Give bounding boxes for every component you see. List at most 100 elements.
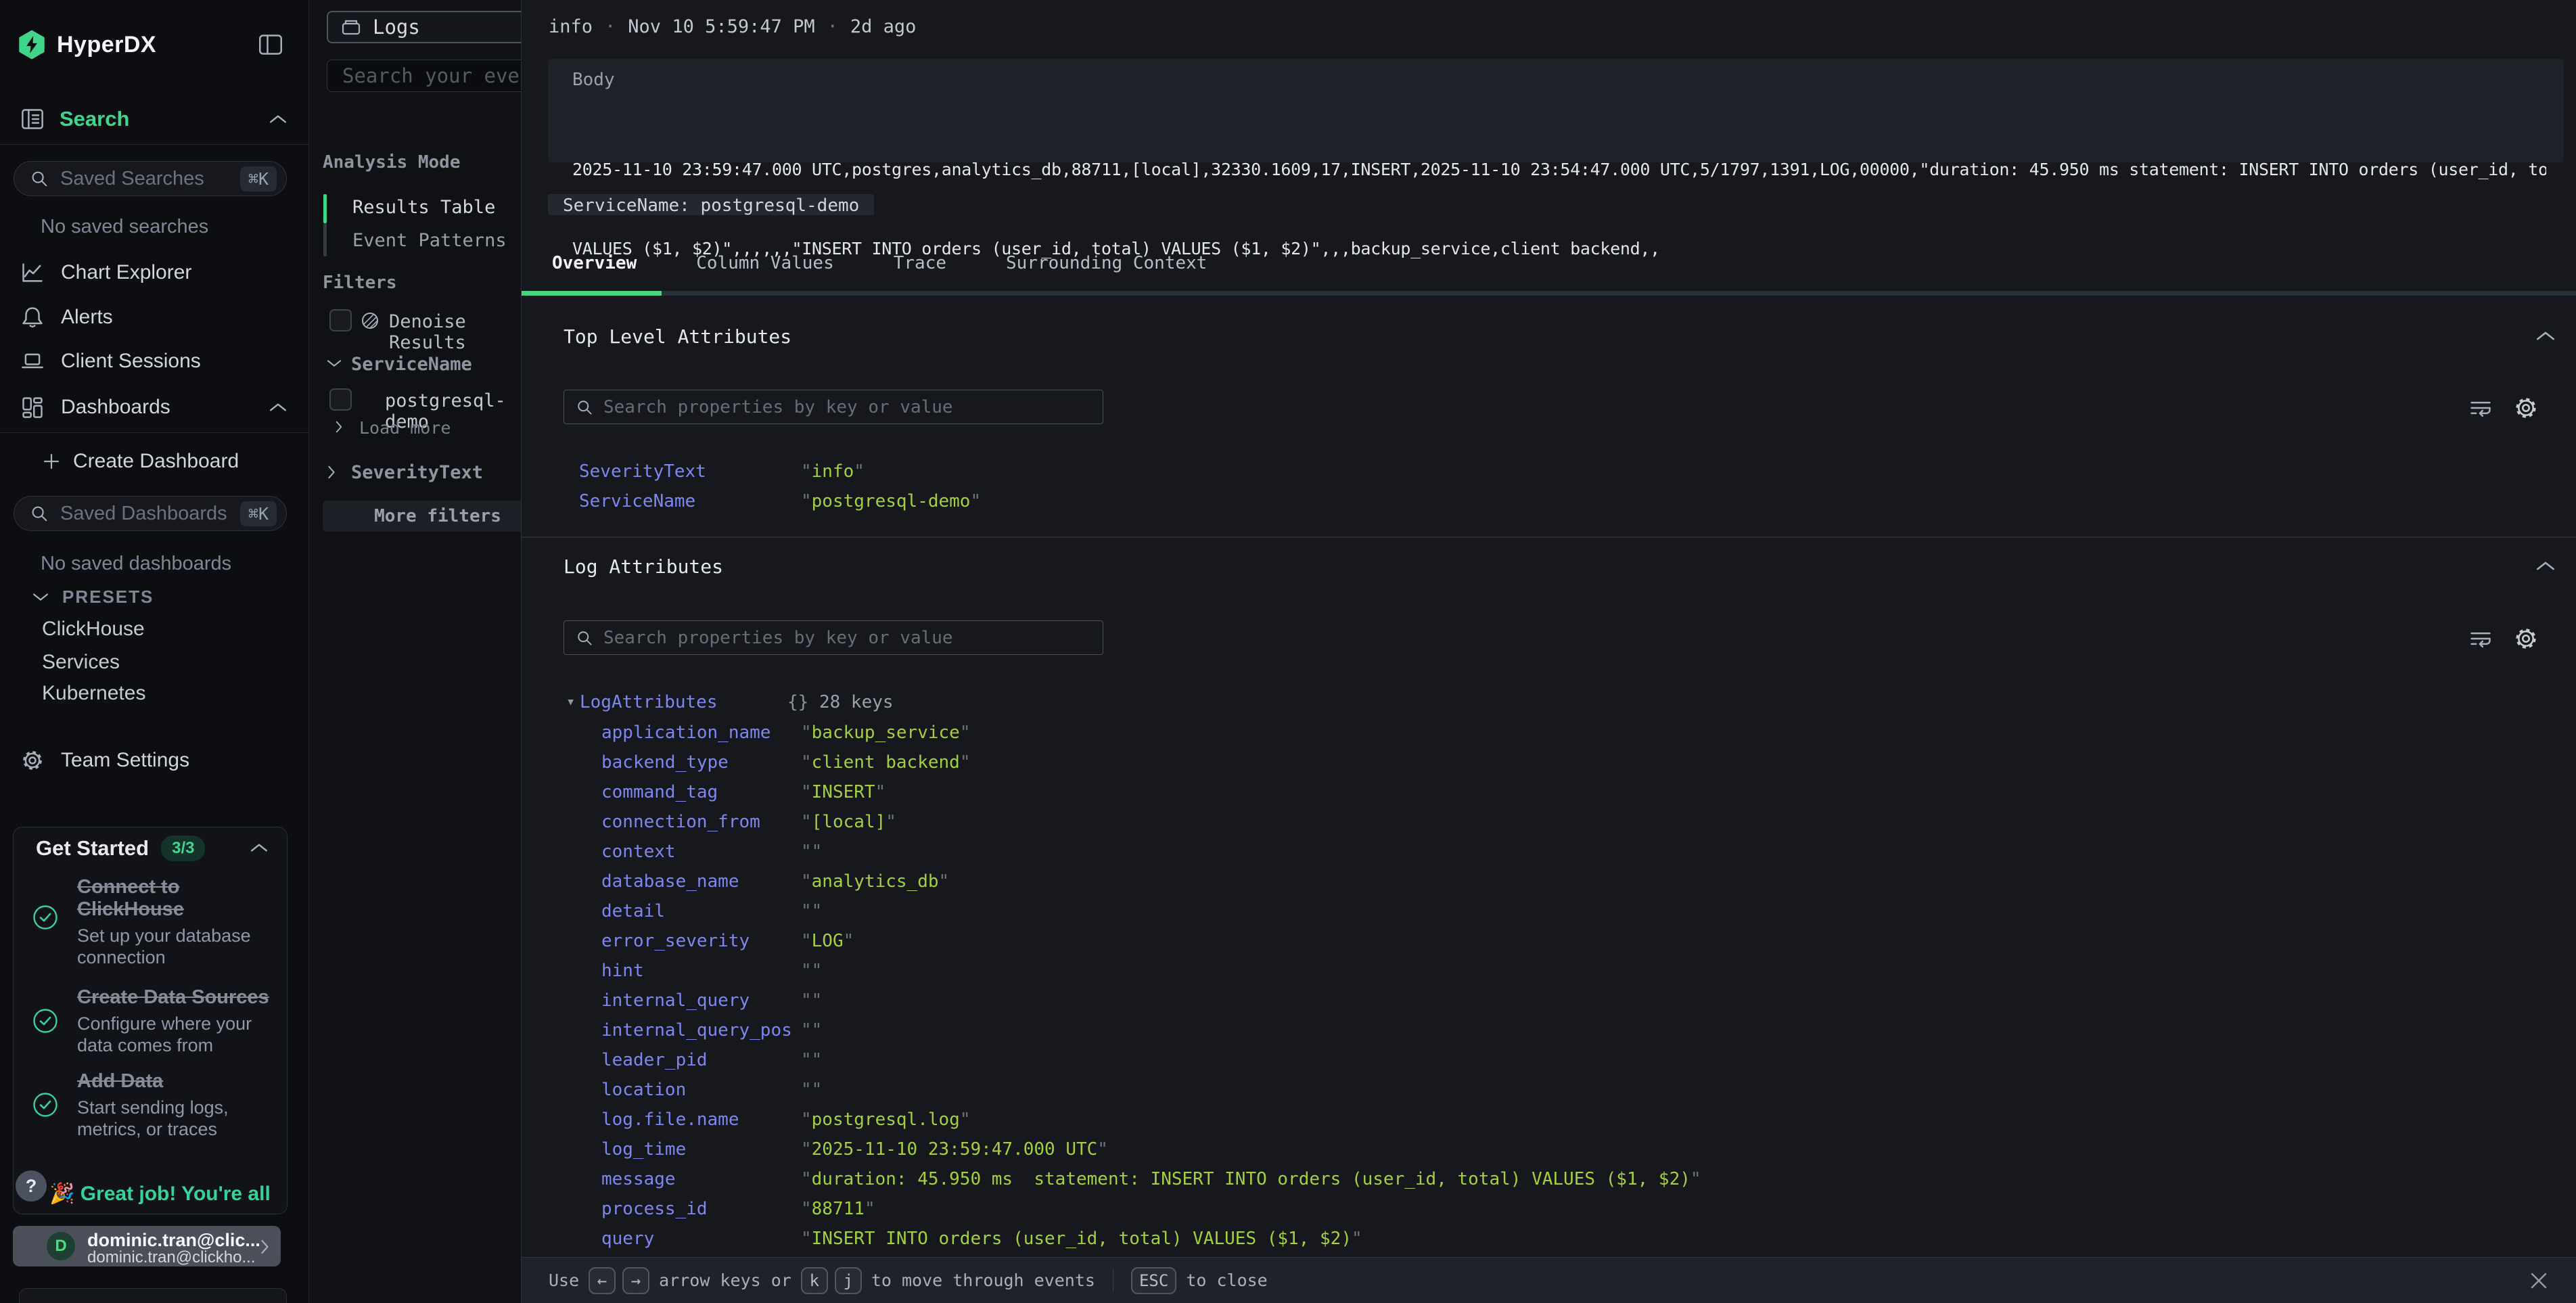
attribute-value[interactable]: "88711"	[801, 1194, 875, 1224]
attribute-row[interactable]: connection_from"[local]"	[564, 807, 1701, 837]
postgresql-demo-checkbox[interactable]	[329, 388, 352, 411]
attribute-key[interactable]: detail	[601, 896, 801, 926]
attribute-value[interactable]: "INSERT INTO orders (user_id, total) VAL…	[801, 1224, 1362, 1254]
get-started-item[interactable]: Connect to ClickHouse Set up your databa…	[77, 876, 280, 968]
attribute-row[interactable]: process_id"88711"	[564, 1194, 1701, 1224]
gear-icon[interactable]	[2513, 395, 2539, 421]
sidebar-item-client-sessions[interactable]: Client Sessions	[20, 346, 201, 376]
close-icon[interactable]	[2529, 1271, 2549, 1291]
create-dashboard-button[interactable]: Create Dashboard	[42, 448, 239, 475]
sidebar-item-chart-explorer[interactable]: Chart Explorer	[20, 258, 191, 288]
gear-icon[interactable]	[2513, 626, 2539, 652]
attribute-value[interactable]: ""	[801, 1015, 822, 1045]
attribute-value[interactable]: "analytics_db"	[801, 867, 949, 896]
attribute-key[interactable]: message	[601, 1164, 801, 1194]
collapse-sidebar-icon[interactable]	[258, 34, 283, 55]
attribute-key[interactable]: SeverityText	[579, 457, 801, 486]
attribute-key[interactable]: backend_type	[601, 748, 801, 777]
attribute-value[interactable]: ""	[801, 1075, 822, 1105]
top-level-search-box[interactable]	[564, 390, 1103, 424]
more-filters-button[interactable]: More filters	[323, 501, 521, 532]
load-more-button[interactable]: Load more	[359, 418, 451, 438]
saved-dashboards-input[interactable]: Saved Dashboards ⌘K	[14, 496, 287, 531]
help-button[interactable]: ?	[16, 1170, 47, 1202]
preset-item-clickhouse[interactable]: ClickHouse	[42, 617, 145, 641]
attribute-row[interactable]: leader_pid""	[564, 1045, 1701, 1075]
attribute-value[interactable]: ""	[801, 956, 822, 986]
attribute-key[interactable]: location	[601, 1075, 801, 1105]
wrap-lines-icon[interactable]	[2468, 626, 2493, 651]
attribute-row[interactable]: SeverityText"info"	[564, 457, 981, 486]
attribute-value[interactable]: "LOG"	[801, 926, 854, 956]
attribute-row[interactable]: database_name"analytics_db"	[564, 867, 1701, 896]
get-started-item[interactable]: Create Data Sources Configure where your…	[77, 986, 280, 1056]
attribute-value[interactable]: "[local]"	[801, 807, 896, 837]
attribute-key[interactable]: context	[601, 837, 801, 867]
attribute-row[interactable]: ServiceName"postgresql-demo"	[564, 486, 981, 516]
attribute-value[interactable]: "postgresql.log"	[801, 1105, 970, 1135]
denoise-label[interactable]: Denoise Results	[389, 311, 521, 353]
sidebar-item-dashboards[interactable]: Dashboards	[20, 392, 170, 422]
attribute-key[interactable]: log.file.name	[601, 1105, 801, 1135]
event-search-input[interactable]	[342, 64, 521, 87]
chevron-up-icon[interactable]	[269, 402, 287, 413]
attribute-value[interactable]: "duration: 45.950 ms statement: INSERT I…	[801, 1164, 1701, 1194]
attribute-value[interactable]: "info"	[801, 457, 865, 486]
log-attributes-search-input[interactable]	[603, 628, 1090, 648]
attribute-key[interactable]: error_severity	[601, 926, 801, 956]
chevron-up-icon[interactable]	[269, 114, 287, 124]
attribute-key[interactable]: query	[601, 1224, 801, 1254]
attribute-value[interactable]: ""	[801, 837, 822, 867]
saved-searches-input[interactable]: Saved Searches ⌘K	[14, 161, 287, 196]
attribute-key[interactable]: ServiceName	[579, 486, 801, 516]
attribute-key[interactable]: leader_pid	[601, 1045, 801, 1075]
attribute-key[interactable]: hint	[601, 956, 801, 986]
wrap-lines-icon[interactable]	[2468, 396, 2493, 420]
preset-item-services[interactable]: Services	[42, 650, 120, 675]
denoise-checkbox[interactable]	[329, 309, 352, 332]
attribute-value[interactable]: "backup_service"	[801, 718, 970, 748]
top-level-search-input[interactable]	[603, 397, 1090, 417]
collapse-section-icon[interactable]	[2536, 330, 2555, 342]
attribute-row[interactable]: application_name"backup_service"	[564, 718, 1701, 748]
tab-surrounding-context[interactable]: Surrounding Context	[1006, 253, 1207, 273]
attribute-value[interactable]: "2025-11-10 23:59:47.000 UTC"	[801, 1135, 1108, 1164]
sidebar-item-team-settings[interactable]: Team Settings	[20, 746, 189, 775]
attribute-key[interactable]: LogAttributes	[580, 687, 787, 717]
attribute-value[interactable]: ""	[801, 896, 822, 926]
source-select[interactable]: Logs	[327, 11, 521, 43]
chevron-down-icon[interactable]	[327, 359, 342, 368]
mode-event-patterns[interactable]: Event Patterns	[352, 230, 507, 251]
attribute-row[interactable]: query"INSERT INTO orders (user_id, total…	[564, 1224, 1701, 1254]
attribute-value[interactable]: "client backend"	[801, 748, 970, 777]
log-attributes-root-row[interactable]: ▾ LogAttributes {} 28 keys	[564, 687, 894, 717]
attribute-row[interactable]: internal_query_pos""	[564, 1015, 1701, 1045]
attribute-value[interactable]: ""	[801, 986, 822, 1015]
attribute-row[interactable]: location""	[564, 1075, 1701, 1105]
attribute-key[interactable]: connection_from	[601, 807, 801, 837]
attribute-row[interactable]: message"duration: 45.950 ms statement: I…	[564, 1164, 1701, 1194]
attribute-key[interactable]: log_time	[601, 1135, 801, 1164]
attribute-row[interactable]: hint""	[564, 956, 1701, 986]
presets-toggle[interactable]: PRESETS	[32, 585, 154, 608]
preset-item-kubernetes[interactable]: Kubernetes	[42, 681, 145, 706]
attribute-key[interactable]: internal_query_pos	[601, 1015, 801, 1045]
tab-overview[interactable]: Overview	[552, 253, 637, 273]
attribute-row[interactable]: error_severity"LOG"	[564, 926, 1701, 956]
tab-trace[interactable]: Trace	[894, 253, 946, 273]
event-search-box[interactable]	[327, 60, 521, 92]
attribute-value[interactable]: "postgresql-demo"	[801, 486, 981, 516]
attribute-key[interactable]: database_name	[601, 867, 801, 896]
filter-group-severitytext[interactable]: SeverityText	[351, 462, 483, 483]
attribute-key[interactable]: application_name	[601, 718, 801, 748]
log-attributes-search-box[interactable]	[564, 620, 1103, 655]
chevron-up-icon[interactable]	[250, 842, 268, 853]
attribute-row[interactable]: log.file.name"postgresql.log"	[564, 1105, 1701, 1135]
filter-group-servicename[interactable]: ServiceName	[351, 354, 472, 375]
attribute-value[interactable]: "INSERT"	[801, 777, 886, 807]
mode-results-table[interactable]: Results Table	[352, 197, 495, 218]
attribute-value[interactable]: ""	[801, 1045, 822, 1075]
attribute-row[interactable]: command_tag"INSERT"	[564, 777, 1701, 807]
attribute-row[interactable]: context""	[564, 837, 1701, 867]
attribute-row[interactable]: internal_query""	[564, 986, 1701, 1015]
